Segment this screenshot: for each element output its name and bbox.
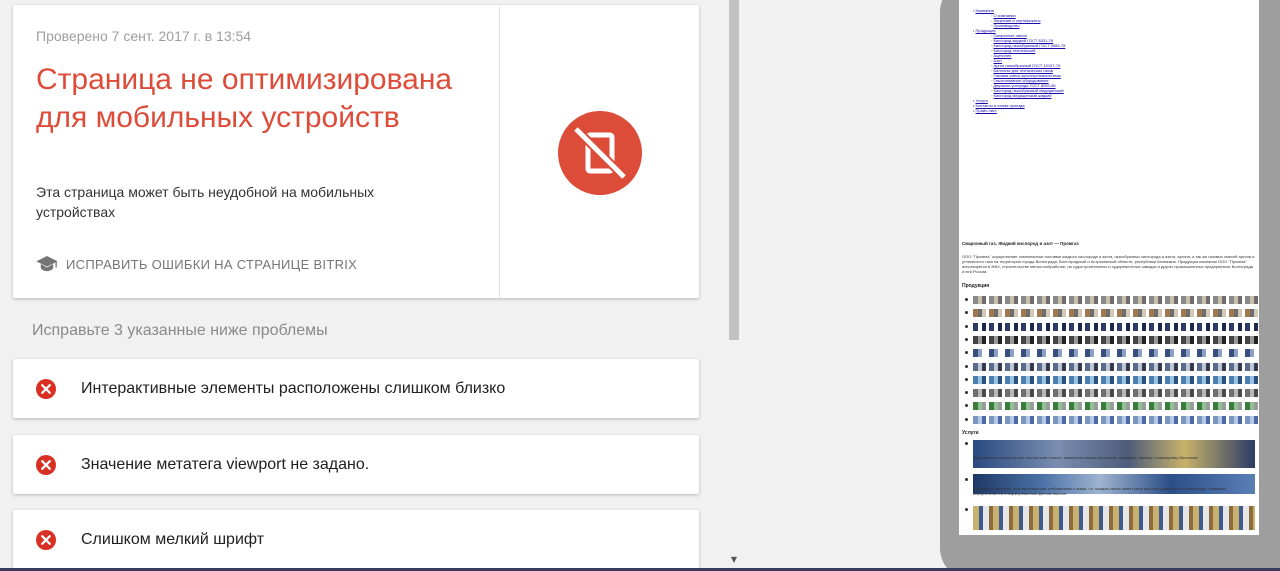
issues-heading: Исправьте 3 указанные ниже проблемы bbox=[32, 322, 328, 339]
issue-label: Интерактивные элементы расположены слишк… bbox=[81, 379, 506, 397]
preview-nav-link[interactable]: Кислород медицинский жидкий bbox=[994, 93, 1052, 98]
list-bullet bbox=[965, 442, 968, 445]
product-image-strip[interactable] bbox=[973, 322, 1258, 331]
list-bullet bbox=[965, 311, 968, 315]
list-bullet bbox=[965, 417, 968, 421]
preview-nav-item[interactable]: • Прайс-лист bbox=[965, 108, 1255, 113]
list-bullet bbox=[965, 377, 968, 381]
preview-nav-link[interactable]: Производство bbox=[994, 23, 1020, 28]
issue-card[interactable]: Слишком мелкий шрифт bbox=[13, 510, 699, 569]
product-image-strip[interactable] bbox=[973, 389, 1258, 398]
result-description: Эта страница может быть неудобной на моб… bbox=[36, 184, 375, 220]
services-heading: Услуги bbox=[962, 430, 979, 436]
fix-errors-link-label: ИСПРАВИТЬ ОШИБКИ НА СТРАНИЦЕ BITRIX bbox=[66, 256, 358, 272]
list-bullet bbox=[965, 337, 968, 341]
product-image-strip[interactable] bbox=[973, 349, 1258, 358]
service-text: Заправка в баллоны, соответствующие треб… bbox=[973, 486, 1226, 496]
product-image-strip[interactable] bbox=[973, 402, 1258, 411]
product-image-strip[interactable] bbox=[973, 309, 1258, 318]
not-mobile-friendly-icon bbox=[558, 111, 642, 195]
product-image-strip[interactable] bbox=[973, 415, 1258, 424]
site-nav-list: • Компания ◦ О компании ◦ Лицензии и серти… bbox=[965, 8, 1255, 113]
list-bullet bbox=[965, 364, 968, 368]
list-bullet bbox=[965, 404, 968, 408]
checked-timestamp: Проверено 7 сент. 2017 г. в 13:54 bbox=[36, 28, 252, 44]
list-bullet bbox=[965, 391, 968, 395]
issue-label: Значение метатега viewport не задано. bbox=[81, 455, 370, 473]
list-bullet bbox=[965, 298, 968, 301]
result-card: Проверено 7 сент. 2017 г. в 13:54 Страни… bbox=[13, 5, 699, 298]
results-pane: Проверено 7 сент. 2017 г. в 13:54 Страни… bbox=[0, 0, 727, 571]
service-text: Предприятие осуществляет внутренний осмо… bbox=[973, 455, 1199, 460]
list-bullet bbox=[965, 351, 968, 355]
list-bullet bbox=[965, 478, 968, 481]
list-bullet bbox=[965, 324, 968, 328]
preview-nav-link[interactable]: Прайс-лист bbox=[976, 108, 997, 113]
issue-label: Слишком мелкий шрифт bbox=[81, 530, 265, 548]
product-image-strip[interactable] bbox=[973, 362, 1258, 371]
issue-card[interactable]: Интерактивные элементы расположены слишк… bbox=[13, 359, 699, 418]
mobile-preview-screen[interactable]: • Компания ◦ О компании ◦ Лицензии и серти… bbox=[959, 0, 1259, 535]
product-image-strip[interactable] bbox=[973, 375, 1258, 384]
scroll-down-arrow-icon[interactable]: ▼ bbox=[729, 555, 739, 565]
list-bullet bbox=[965, 508, 968, 511]
product-image-strip[interactable] bbox=[973, 335, 1258, 344]
result-card-divider bbox=[499, 5, 500, 298]
service-photo bbox=[973, 440, 1255, 468]
result-title: Страница не оптимизирована для мобильных… bbox=[36, 63, 453, 134]
issue-card[interactable]: Значение метатега viewport не задано. bbox=[13, 435, 699, 494]
error-icon bbox=[36, 378, 56, 399]
product-image-strip[interactable] bbox=[973, 296, 1258, 304]
fix-errors-link[interactable]: ИСПРАВИТЬ ОШИБКИ НА СТРАНИЦЕ BITRIX bbox=[36, 256, 357, 272]
scrollbar-thumb[interactable] bbox=[729, 0, 739, 340]
site-intro: ООО "Промгаз" осуществляет комплексные п… bbox=[962, 254, 1255, 274]
error-icon bbox=[36, 529, 56, 550]
error-icon bbox=[36, 454, 56, 475]
graduation-cap-icon bbox=[36, 256, 58, 272]
service-photo bbox=[973, 506, 1255, 530]
site-heading: Сварочный газ. Жидкий кислород и азот — … bbox=[962, 241, 1079, 246]
products-heading: Продукция bbox=[962, 283, 990, 289]
